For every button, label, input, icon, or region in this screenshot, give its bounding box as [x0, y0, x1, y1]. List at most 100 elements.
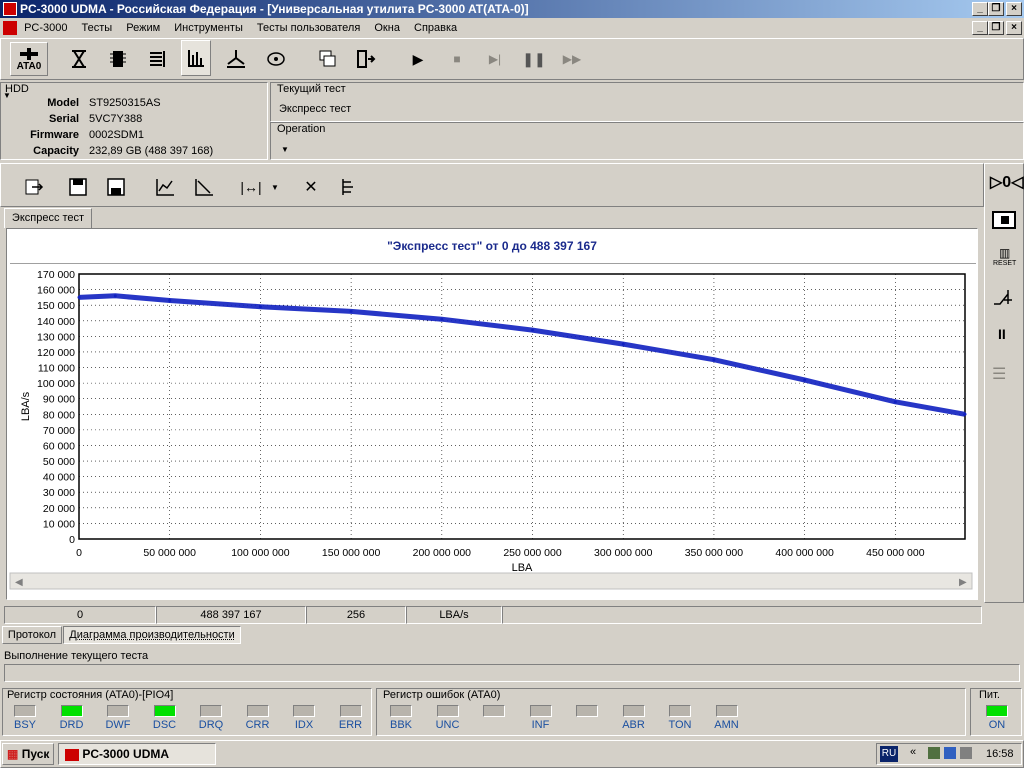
operation-dropdown-arrow[interactable]: ▼ — [281, 145, 289, 154]
board-icon — [992, 211, 1016, 229]
toolbar-list-button[interactable] — [143, 42, 173, 76]
stop-button[interactable]: ■ — [442, 42, 472, 76]
toolbar-chip-button[interactable] — [103, 42, 133, 76]
data-point — [893, 400, 897, 404]
right-zero-button[interactable]: ▷0◁ — [990, 172, 1024, 192]
menu-pc3000[interactable]: PC-3000 — [24, 22, 67, 34]
tab-protocol[interactable]: Протокол — [2, 626, 62, 644]
error-led-5 — [622, 705, 645, 717]
app-icon[interactable] — [3, 2, 17, 16]
disk-icon — [267, 52, 285, 66]
save-button[interactable] — [63, 170, 93, 204]
toolbar-windows-button[interactable] — [313, 42, 343, 76]
performance-chart: 0 10 000 20 000 30 000 40 000 50 000 60 000 70 … — [9, 269, 973, 590]
range-dropdown[interactable]: ▼ — [268, 170, 282, 204]
data-point — [440, 317, 444, 321]
close-button[interactable]: × — [1006, 2, 1022, 16]
play-button[interactable]: ▶ — [403, 42, 433, 76]
toolbar-exit-button[interactable] — [350, 42, 380, 76]
step-button[interactable]: ▶| — [480, 42, 510, 76]
stop-icon: ■ — [453, 52, 461, 66]
language-indicator[interactable]: RU — [880, 746, 898, 762]
operation-label: Operation — [277, 123, 326, 135]
menu-help[interactable]: Справка — [414, 22, 457, 34]
error-led-label-1: UNC — [435, 719, 460, 731]
menu-windows[interactable]: Окна — [374, 22, 400, 34]
y-axis-label: LBA/s — [20, 391, 32, 421]
menu-tests[interactable]: Тесты — [82, 22, 113, 34]
start-button[interactable]: ▦ Пуск — [2, 743, 54, 765]
tab-express-test[interactable]: Экспресс тест — [4, 208, 92, 228]
x-tick-label: 250 000 000 — [503, 547, 562, 559]
chart-title: "Экспресс тест" от 0 до 488 397 167 — [387, 239, 597, 253]
window-title-bar: PC-3000 UDMA - Российская Федерация - [У… — [0, 0, 1024, 18]
menu-mode[interactable]: Режим — [126, 22, 160, 34]
menu-bar: PC-3000 Тесты Режим Инструменты Тесты по… — [0, 18, 1024, 38]
toolbar-head-button[interactable] — [221, 42, 251, 76]
graph-down-button[interactable] — [189, 170, 219, 204]
scroll-left-icon: ◀ — [15, 577, 23, 588]
power-title: Пит. — [979, 689, 1000, 701]
tree-button[interactable] — [334, 170, 364, 204]
x-axis-label: LBA — [512, 562, 533, 574]
error-led-label-5: ABR — [622, 719, 645, 731]
save-as-button[interactable] — [101, 170, 131, 204]
right-switch-button[interactable] — [992, 286, 1016, 311]
tools-button[interactable]: ✕ — [296, 170, 326, 204]
status-start: 0 — [4, 606, 156, 624]
tree-icon — [342, 179, 353, 195]
tray-volume-icon[interactable] — [960, 747, 972, 759]
child-restore-button[interactable]: ❐ — [988, 21, 1004, 35]
range-button[interactable]: |↔| — [236, 170, 266, 204]
status-empty — [502, 606, 982, 624]
serial-value: 5VC7Y388 — [89, 113, 143, 125]
fast-forward-button[interactable]: ▶▶ — [557, 42, 587, 76]
data-point — [963, 412, 967, 416]
child-close-button[interactable]: × — [1006, 21, 1022, 35]
toolbar-hdd-button[interactable] — [64, 42, 94, 76]
right-board-button[interactable] — [991, 210, 1017, 233]
tab-performance-chart[interactable]: Диаграмма производительности — [63, 626, 241, 644]
child-minimize-button[interactable]: _ — [972, 21, 988, 35]
model-value: ST9250315AS — [89, 97, 161, 109]
status-led-label-6: IDX — [294, 719, 314, 731]
firmware-value: 0002SDM1 — [89, 129, 145, 141]
status-unit: LBA/s — [406, 606, 502, 624]
data-point — [349, 309, 353, 313]
restore-button[interactable]: ❐ — [988, 2, 1004, 16]
x-tick-label: 150 000 000 — [322, 547, 381, 559]
graph-button[interactable] — [150, 170, 180, 204]
taskbar-app-button[interactable]: PC-3000 UDMA — [58, 743, 216, 765]
error-led-1 — [436, 705, 459, 717]
export-button[interactable] — [18, 170, 48, 204]
right-disabled-button[interactable]: ☰ — [992, 364, 1006, 384]
app-taskbar-icon — [65, 748, 79, 761]
x-tick-label: 300 000 000 — [594, 547, 653, 559]
pause-button[interactable]: ❚❚ — [519, 42, 549, 76]
reset-button[interactable]: ▥ RESET — [993, 246, 1016, 267]
menu-user-tests[interactable]: Тесты пользователя — [257, 22, 360, 34]
hdd-dropdown-arrow[interactable]: ▼ — [3, 91, 11, 100]
tray-expand-icon[interactable]: « — [910, 746, 916, 758]
windows-icon — [319, 50, 336, 67]
x-tick-label: 350 000 000 — [685, 547, 744, 559]
model-label: Model — [47, 97, 79, 109]
toolbar-disk-button[interactable] — [261, 42, 291, 76]
status-led-label-7: ERR — [338, 719, 363, 731]
right-pause-button[interactable]: II — [998, 326, 1006, 342]
tray-network-icon[interactable] — [944, 747, 956, 759]
status-register-title: Регистр состояния (ATA0)-[PIO4] — [7, 689, 174, 701]
range-icon: |↔| — [240, 179, 262, 195]
child-window-icon[interactable] — [3, 21, 17, 36]
menu-tools[interactable]: Инструменты — [174, 22, 243, 34]
clock: 16:58 — [986, 748, 1014, 760]
data-point — [621, 342, 625, 346]
chart-panel: "Экспресс тест" от 0 до 488 397 167 0 10 … — [6, 228, 978, 600]
toolbar-chart-button[interactable] — [181, 40, 211, 76]
y-tick-label: 170 000 — [37, 269, 75, 281]
tray-tool-icon[interactable] — [928, 747, 940, 759]
minimize-button[interactable]: _ — [972, 2, 988, 16]
data-point — [712, 358, 716, 362]
ata0-button[interactable]: ATA0 — [10, 42, 48, 76]
x-tick-label: 400 000 000 — [775, 547, 834, 559]
